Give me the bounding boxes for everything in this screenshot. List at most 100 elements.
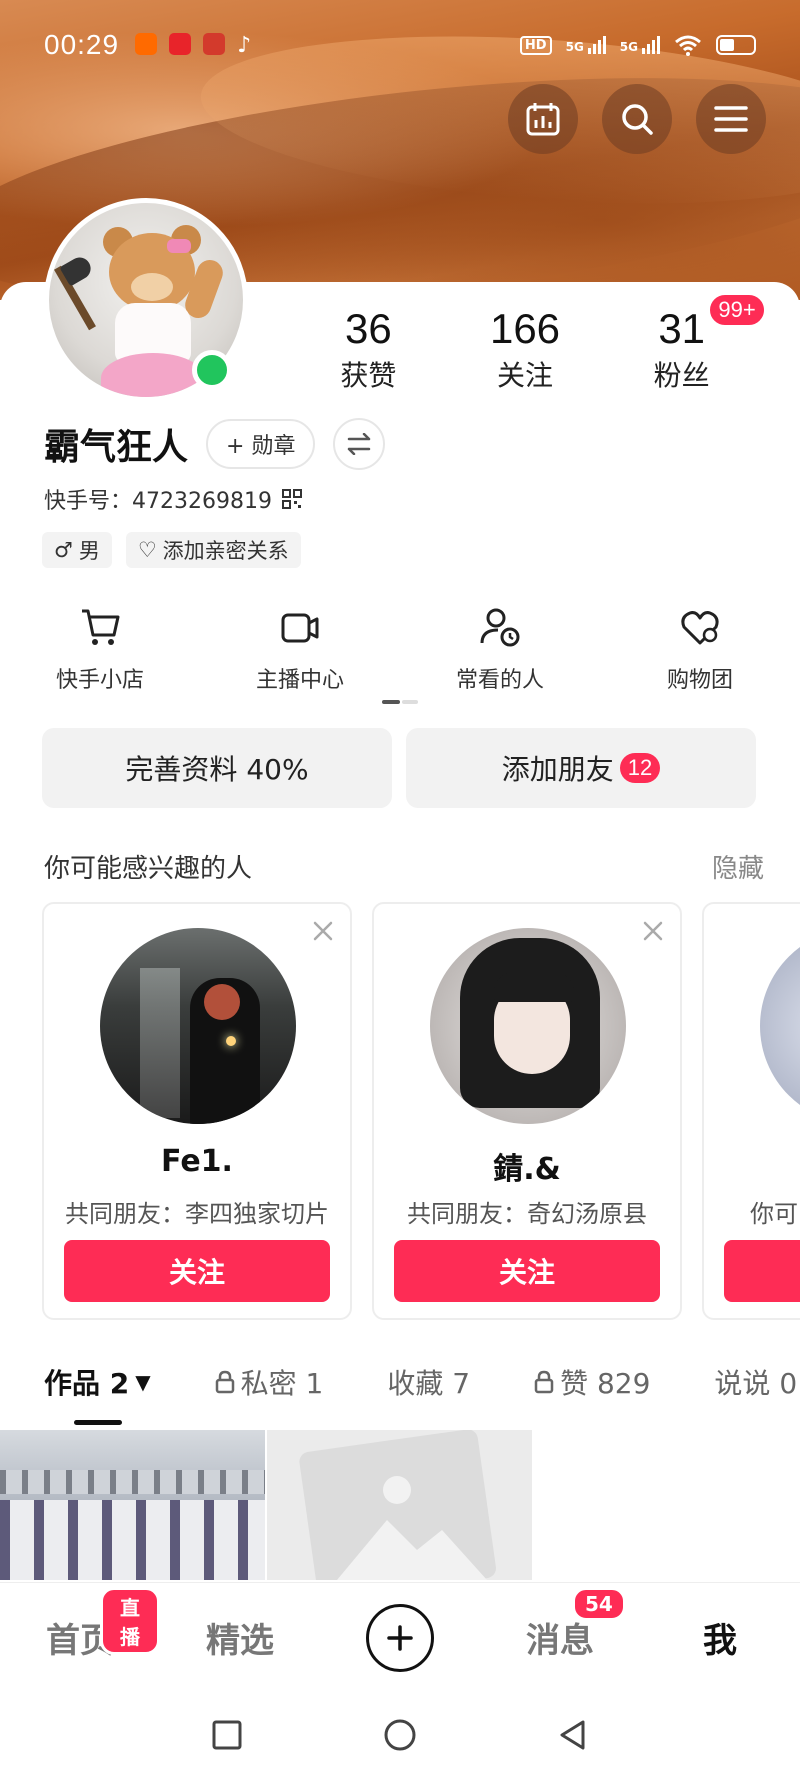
suggestion-card[interactable]: 你可 bbox=[702, 902, 800, 1320]
close-icon[interactable] bbox=[642, 920, 664, 942]
stat-label: 关注 bbox=[497, 359, 554, 393]
suggestion-card[interactable]: Fe1. 共同朋友：李四独家切片 关注 bbox=[42, 902, 352, 1320]
follow-button[interactable]: 关注 bbox=[64, 1240, 330, 1302]
suggestion-mutual: 共同朋友：奇幻汤原县 bbox=[407, 1200, 647, 1228]
shortcut-streamer-center[interactable]: 主播中心 bbox=[200, 600, 400, 694]
add-medal-button[interactable]: + 勋章 bbox=[206, 419, 316, 469]
status-time: 00:29 bbox=[44, 29, 120, 60]
follow-button[interactable] bbox=[724, 1240, 800, 1302]
gender-tag[interactable]: ♂ 男 bbox=[42, 532, 112, 568]
calendar-icon bbox=[526, 103, 560, 136]
online-status-dot bbox=[192, 350, 232, 390]
shortcut-label: 主播中心 bbox=[255, 668, 344, 693]
gender-label: 男 bbox=[78, 539, 100, 563]
tiktok-icon: ♪ bbox=[237, 32, 252, 58]
swap-icon bbox=[348, 433, 371, 455]
nav-messages[interactable]: 消息 54 bbox=[480, 1587, 640, 1662]
tab-label: 作品 2 bbox=[44, 1367, 130, 1400]
messages-count-badge: 54 bbox=[572, 1587, 626, 1621]
recent-apps-icon[interactable] bbox=[211, 1719, 243, 1751]
shortcut-label: 购物团 bbox=[666, 668, 733, 693]
avatar-bear-face bbox=[131, 273, 173, 301]
menu-icon bbox=[714, 106, 748, 132]
menu-button[interactable] bbox=[696, 84, 766, 154]
followers-new-badge: 99+ bbox=[707, 292, 767, 328]
signal-icon: 5G bbox=[620, 36, 660, 54]
suggestions-list[interactable]: Fe1. 共同朋友：李四独家切片 关注 錆.& 共同朋友：奇幻汤原县 关注 你可 bbox=[42, 902, 800, 1322]
profile-stats: 36 获赞 166 关注 31 粉丝 99+ bbox=[290, 292, 767, 394]
nav-me[interactable]: 我 bbox=[640, 1613, 800, 1662]
tab-private[interactable]: 私密 1 bbox=[215, 1362, 323, 1402]
shortcut-frequent-people[interactable]: 常看的人 bbox=[400, 600, 600, 694]
network-label: 5G bbox=[619, 40, 638, 54]
name-row: 霸气狂人 + 勋章 bbox=[44, 418, 386, 470]
work-thumbnail[interactable] bbox=[0, 1430, 265, 1580]
nav-home[interactable]: 首页 直播 bbox=[0, 1587, 160, 1662]
add-relation-tag[interactable]: ♡ 添加亲密关系 bbox=[125, 532, 301, 568]
add-friends-label: 添加朋友 bbox=[501, 753, 614, 786]
add-friends-count-badge: 12 bbox=[619, 753, 661, 783]
tab-moments[interactable]: 说说 0 bbox=[714, 1362, 797, 1402]
image-placeholder-icon bbox=[299, 1430, 496, 1580]
user-clock-icon bbox=[480, 608, 520, 647]
hide-suggestions-button[interactable]: 隐藏 bbox=[712, 848, 764, 885]
stat-likes[interactable]: 36 获赞 bbox=[290, 305, 447, 394]
wifi-icon bbox=[675, 35, 701, 56]
complete-profile-label: 完善资料 40% bbox=[125, 753, 309, 786]
home-icon[interactable] bbox=[383, 1718, 417, 1752]
suggestion-mutual: 你可 bbox=[750, 1200, 798, 1228]
nav-label: 消息 bbox=[526, 1621, 594, 1661]
shortcut-shopping-group[interactable]: 购物团 bbox=[600, 600, 800, 694]
suggestions-title: 你可能感兴趣的人 bbox=[44, 854, 253, 884]
stat-label: 粉丝 bbox=[653, 359, 710, 393]
qr-code-icon[interactable] bbox=[281, 489, 302, 509]
follow-button[interactable]: 关注 bbox=[394, 1240, 660, 1302]
app-notification-icon bbox=[203, 32, 226, 55]
cart-icon bbox=[82, 609, 120, 645]
suggestion-avatar[interactable] bbox=[760, 928, 800, 1124]
suggestion-avatar[interactable] bbox=[430, 928, 626, 1124]
complete-profile-button[interactable]: 完善资料 40% bbox=[42, 728, 392, 808]
suggestion-mutual: 共同朋友：李四独家切片 bbox=[65, 1200, 329, 1228]
system-nav-bar bbox=[0, 1692, 800, 1778]
shortcut-kwai-shop[interactable]: 快手小店 bbox=[0, 600, 200, 694]
stat-followers[interactable]: 31 粉丝 99+ bbox=[603, 292, 767, 394]
nav-create[interactable] bbox=[320, 1603, 480, 1672]
status-app-icons: ♪ bbox=[135, 32, 252, 58]
chevron-down-icon: ▼ bbox=[135, 1370, 151, 1394]
search-button[interactable] bbox=[602, 84, 672, 154]
hd-label: HD bbox=[519, 35, 552, 55]
suggestions-header: 你可能感兴趣的人 隐藏 bbox=[44, 848, 764, 885]
profile-name: 霸气狂人 bbox=[44, 427, 189, 468]
tab-likes[interactable]: 赞 829 bbox=[534, 1362, 650, 1402]
male-icon: ♂ bbox=[54, 538, 73, 562]
battery-icon bbox=[716, 35, 756, 55]
works-grid bbox=[0, 1430, 800, 1580]
back-icon[interactable] bbox=[557, 1719, 589, 1751]
tab-works[interactable]: 作品 2 ▼ bbox=[44, 1362, 151, 1402]
live-badge: 直播 bbox=[100, 1587, 160, 1655]
app-notification-icon bbox=[169, 32, 192, 55]
shortcut-row: 快手小店 主播中心 常看的人 购物团 bbox=[0, 600, 800, 694]
work-thumbnail[interactable] bbox=[267, 1430, 532, 1580]
suggestion-name: Fe1. bbox=[161, 1144, 233, 1179]
content-tabs: 作品 2 ▼ 私密 1 收藏 7 赞 829 说说 0 bbox=[44, 1362, 800, 1402]
status-bar: 00:29 ♪ HD 5G 5G bbox=[0, 0, 800, 90]
stat-following[interactable]: 166 关注 bbox=[447, 305, 604, 394]
profile-actions: 完善资料 40% 添加朋友 12 bbox=[42, 728, 756, 808]
create-button[interactable] bbox=[366, 1603, 434, 1672]
suggestion-card[interactable]: 錆.& 共同朋友：奇幻汤原县 关注 bbox=[372, 902, 682, 1320]
suggestion-avatar[interactable] bbox=[100, 928, 296, 1124]
user-id-row[interactable]: 快手号：4723269819 bbox=[44, 483, 302, 515]
tab-favorites[interactable]: 收藏 7 bbox=[387, 1362, 470, 1402]
shortcut-label: 常看的人 bbox=[455, 668, 544, 693]
avatar-bear-skirt bbox=[101, 353, 205, 397]
close-icon[interactable] bbox=[312, 920, 334, 942]
calendar-button[interactable] bbox=[508, 84, 578, 154]
nav-featured[interactable]: 精选 bbox=[160, 1613, 320, 1662]
tab-label: 说说 0 bbox=[714, 1367, 798, 1400]
active-tab-indicator bbox=[74, 1420, 122, 1425]
add-friends-button[interactable]: 添加朋友 12 bbox=[406, 728, 756, 808]
switch-account-button[interactable] bbox=[333, 418, 386, 470]
heart-icon bbox=[681, 611, 719, 645]
